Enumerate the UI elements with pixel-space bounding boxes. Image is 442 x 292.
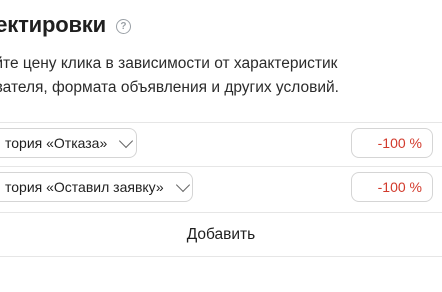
divider: [0, 256, 442, 257]
description-line-2: ователя, формата объявления и других усл…: [0, 79, 339, 96]
description-line-1: яйте цену клика в зависимости от характе…: [0, 55, 338, 72]
help-icon[interactable]: ?: [115, 18, 131, 34]
condition-select[interactable]: тория «Оставил заявку»: [0, 172, 193, 202]
section-header: ректировки ?: [0, 12, 131, 38]
chevron-down-icon: [175, 177, 190, 192]
adjustment-row: тория «Отказа» -100 %: [0, 124, 442, 162]
divider: [0, 166, 442, 167]
condition-select[interactable]: тория «Отказа»: [0, 128, 137, 158]
section-description: яйте цену клика в зависимости от характе…: [0, 52, 442, 100]
add-adjustment-button[interactable]: Добавить: [0, 218, 442, 252]
chevron-down-icon: [119, 133, 134, 148]
divider: [0, 212, 442, 213]
condition-select-label: тория «Оставил заявку»: [5, 179, 164, 195]
divider: [0, 122, 442, 123]
adjustment-row: тория «Оставил заявку» -100 %: [0, 168, 442, 206]
adjustment-value-input[interactable]: -100 %: [351, 128, 433, 158]
condition-select-label: тория «Отказа»: [5, 135, 108, 151]
bid-adjustments-section: ректировки ? яйте цену клика в зависимос…: [0, 0, 442, 292]
adjustment-value-input[interactable]: -100 %: [351, 172, 433, 202]
section-title: ректировки: [0, 12, 106, 37]
